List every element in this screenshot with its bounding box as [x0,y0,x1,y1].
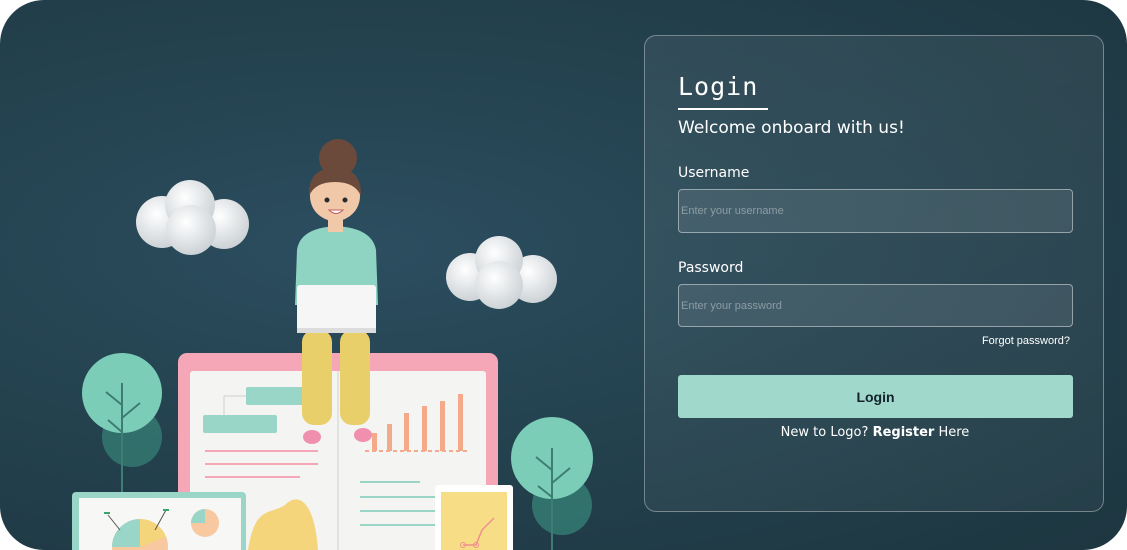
tree-right [511,417,593,550]
illustration [72,139,593,550]
chart-card [435,485,513,550]
tree-left [82,353,162,500]
welcome-subtitle: Welcome onboard with us! [678,118,905,138]
register-suffix: Here [934,425,970,440]
register-prefix: New to Logo? [780,425,873,440]
title-underline [678,108,768,110]
password-label: Password [678,260,744,276]
register-link[interactable]: Register [873,425,935,440]
cloud-left [136,180,249,255]
login-panel: Login Welcome onboard with us! Username … [644,35,1104,512]
login-title: Login [678,72,759,101]
pie-chart-card [72,492,246,550]
password-input[interactable] [678,284,1073,327]
login-page: Login Welcome onboard with us! Username … [0,0,1127,550]
username-label: Username [678,165,750,181]
cloud-right [446,236,557,309]
login-button[interactable]: Login [678,375,1073,418]
register-prompt: New to Logo? Register Here [645,425,1105,440]
forgot-password-link[interactable]: Forgot password? [982,335,1070,347]
username-input[interactable] [678,189,1073,233]
